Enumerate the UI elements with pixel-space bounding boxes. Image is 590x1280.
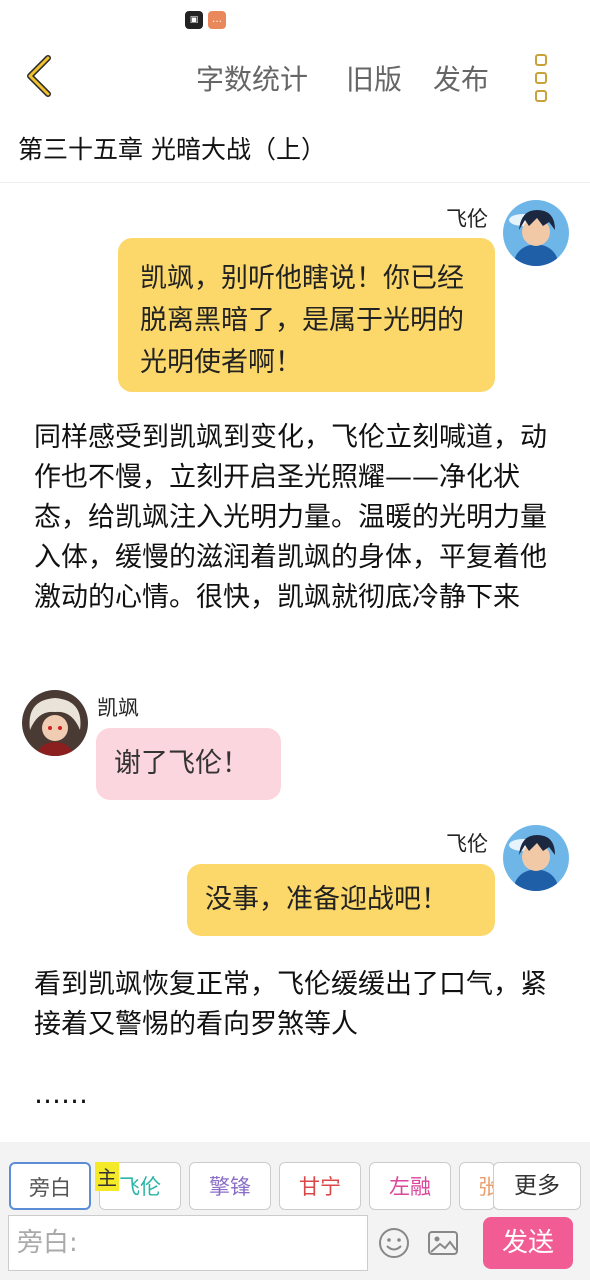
speaker-name: 飞伦 (446, 832, 488, 856)
role-chip-label: 甘宁 (299, 1175, 341, 1199)
divider (0, 182, 590, 183)
more-dot-icon (535, 90, 547, 102)
publish-button[interactable]: 发布 (433, 58, 489, 98)
more-dot-icon (535, 72, 547, 84)
status-bar: ▣ … (0, 0, 590, 40)
chat-notification-icon: … (208, 11, 226, 29)
image-button[interactable] (426, 1226, 460, 1260)
chat-bubble: 凯飒，别听他瞎说！你已经脱离黑暗了，是属于光明的光明使者啊！ (118, 238, 495, 392)
message-input-container (8, 1215, 368, 1271)
back-button[interactable] (18, 54, 62, 98)
speaker-name: 凯飒 (97, 696, 139, 720)
role-chip-qingfeng[interactable]: 擎锋 (189, 1162, 271, 1210)
role-chip-zuorong[interactable]: 左融 (369, 1162, 451, 1210)
more-dot-icon (535, 54, 547, 66)
boy-avatar-icon (503, 825, 569, 891)
avatar-feilun[interactable] (503, 825, 569, 891)
main-role-tag: 主 (95, 1162, 119, 1191)
avatar-kaisa[interactable] (22, 690, 88, 756)
old-version-button[interactable]: 旧版 (346, 58, 402, 98)
more-menu-button[interactable] (526, 50, 560, 106)
word-count-button[interactable]: 字数统计 (196, 58, 308, 98)
emoji-button[interactable] (377, 1226, 411, 1260)
role-chip-narrator[interactable]: 旁白 (9, 1162, 91, 1210)
image-icon (428, 1231, 458, 1255)
app-notification-icon: ▣ (185, 11, 203, 29)
narration-text: …… (34, 1079, 88, 1110)
chapter-title: 第三十五章 光暗大战（上） (18, 135, 326, 164)
avatar-feilun[interactable] (503, 200, 569, 266)
smiley-icon (379, 1228, 409, 1258)
composer-panel: 旁白 飞伦 主 擎锋 甘宁 左融 张 更多 发送 (0, 1142, 590, 1280)
send-button[interactable]: 发送 (483, 1217, 573, 1269)
role-chip-label: 旁白 (29, 1176, 71, 1200)
character-avatar-icon (22, 690, 88, 756)
top-toolbar: 字数统计 旧版 发布 (0, 44, 590, 112)
narration-text: 看到凯飒恢复正常，飞伦缓缓出了口气，紧接着又警惕的看向罗煞等人 (34, 969, 547, 1040)
role-chip-label: 擎锋 (209, 1175, 251, 1199)
chat-bubble: 谢了飞伦！ (96, 728, 281, 800)
boy-avatar-icon (503, 200, 569, 266)
chevron-left-icon (27, 55, 51, 97)
more-roles-button[interactable]: 更多 (493, 1162, 581, 1210)
chat-bubble: 没事，准备迎战吧！ (187, 864, 495, 936)
role-chip-zhang[interactable]: 张 (459, 1162, 495, 1210)
role-chip-label: 左融 (389, 1175, 431, 1199)
role-chip-ganning[interactable]: 甘宁 (279, 1162, 361, 1210)
speaker-name: 飞伦 (446, 207, 488, 231)
role-chip-label: 飞伦 (119, 1175, 161, 1199)
message-input[interactable] (9, 1216, 367, 1270)
narration-text: 同样感受到凯飒到变化，飞伦立刻喊道，动作也不慢，立刻开启圣光照耀——净化状态，给… (34, 422, 547, 613)
